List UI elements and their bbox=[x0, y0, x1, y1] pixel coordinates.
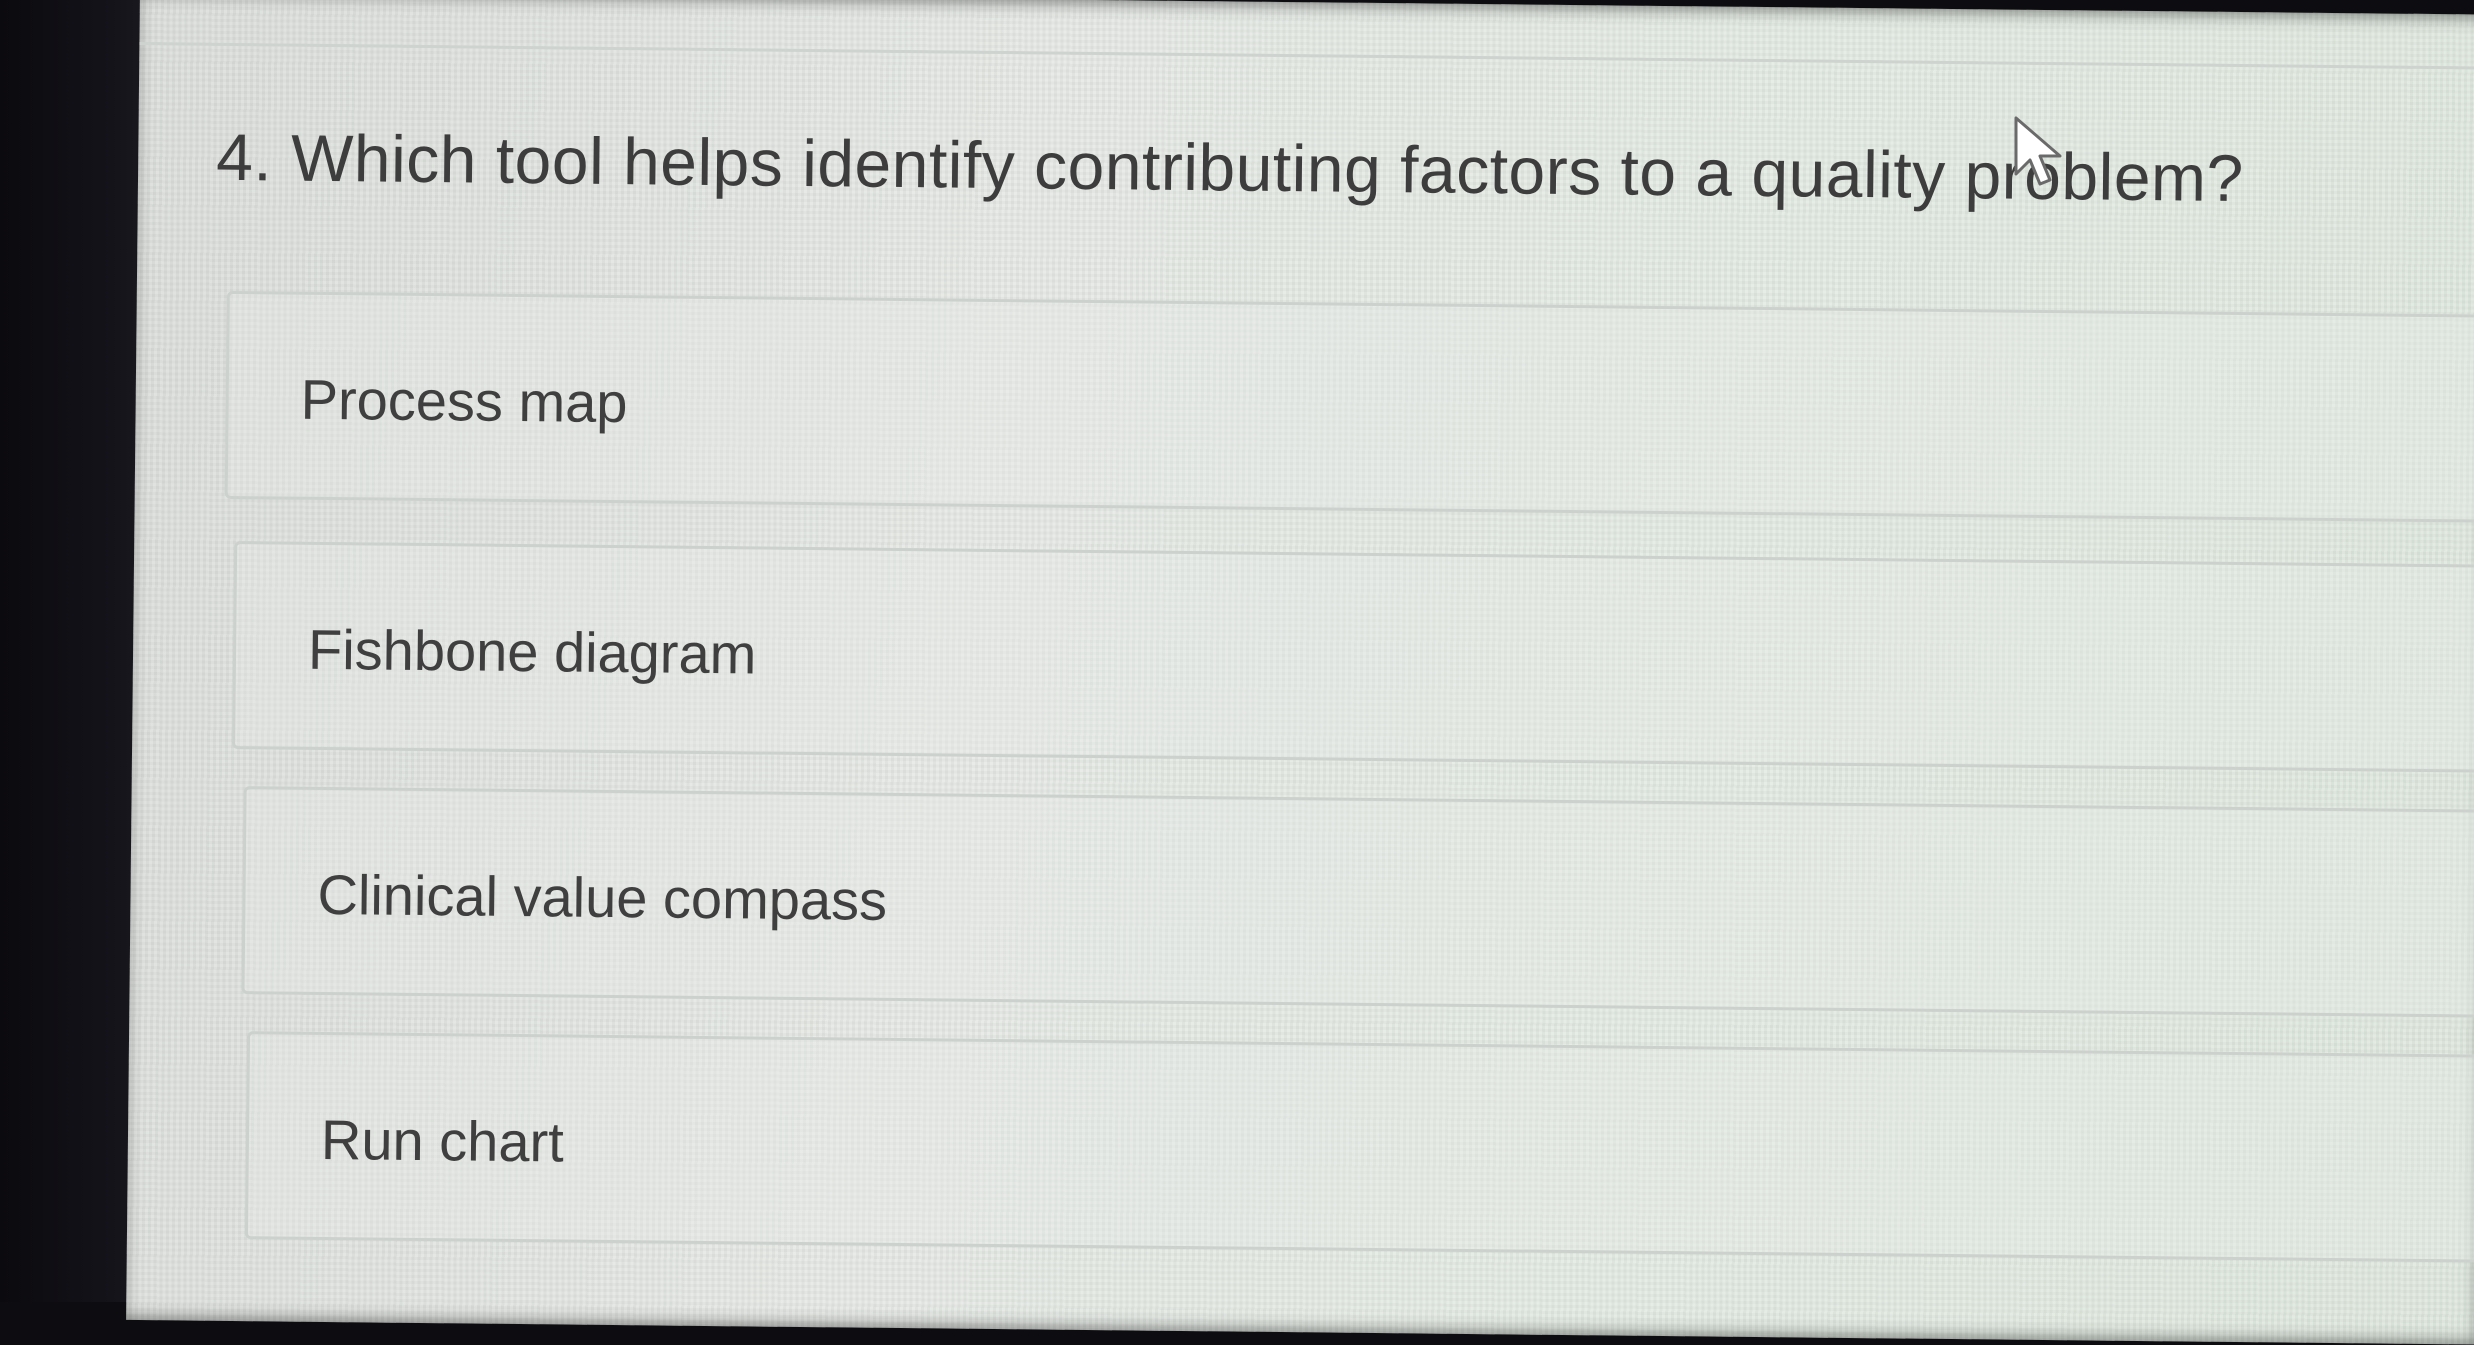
question-text: 4. Which tool helps identify contributin… bbox=[215, 119, 2245, 216]
mouse-pointer-icon bbox=[2014, 116, 2062, 186]
answer-option-label: Run chart bbox=[320, 1107, 565, 1174]
answer-option-fishbone-diagram[interactable]: Fishbone diagram bbox=[232, 541, 2474, 774]
top-divider bbox=[139, 41, 2474, 71]
answer-option-label: Clinical value compass bbox=[317, 862, 888, 932]
quiz-screen: 4. Which tool helps identify contributin… bbox=[126, 0, 2474, 1345]
answer-option-label: Fishbone diagram bbox=[307, 617, 757, 686]
answer-option-process-map[interactable]: Process map bbox=[224, 290, 2474, 523]
answer-option-clinical-value-compass[interactable]: Clinical value compass bbox=[241, 786, 2474, 1019]
answer-option-label: Process map bbox=[300, 367, 628, 435]
answer-option-run-chart[interactable]: Run chart bbox=[244, 1031, 2474, 1264]
